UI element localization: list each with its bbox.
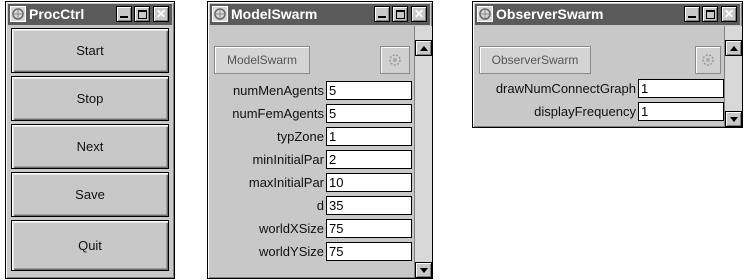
minimize-icon[interactable] — [684, 6, 700, 22]
field-row-drawnumconnectgraph: drawNumConnectGraph — [477, 78, 724, 99]
modelswarm-window: ModelSwarm ✕ ModelSwarm numMenAgents num… — [207, 1, 433, 279]
typzone-field[interactable] — [326, 127, 412, 146]
minimize-icon[interactable] — [116, 6, 132, 22]
observerswarm-titlebar[interactable]: ObserverSwarm ✕ — [475, 4, 740, 25]
displayfrequency-field[interactable] — [638, 102, 724, 121]
up-arrow-icon[interactable] — [415, 40, 432, 56]
save-button[interactable]: Save — [11, 172, 169, 217]
close-icon[interactable]: ✕ — [411, 6, 427, 22]
observerswarm-window: ObserverSwarm ✕ ObserverSwarm drawNumCon… — [472, 1, 743, 128]
maximize-icon[interactable] — [392, 6, 408, 22]
field-label: drawNumConnectGraph — [495, 81, 636, 96]
field-label: d — [316, 198, 324, 213]
d-field[interactable] — [326, 196, 412, 215]
field-row-mininitialpar: minInitialPar — [212, 149, 412, 170]
stop-button[interactable]: Stop — [11, 76, 169, 121]
maximize-icon[interactable] — [702, 6, 718, 22]
drawnumconnectgraph-field[interactable] — [638, 79, 724, 98]
field-label: worldYSize — [258, 244, 324, 259]
modelswarm-header-button[interactable]: ModelSwarm — [214, 46, 310, 74]
start-button[interactable]: Start — [11, 28, 169, 73]
next-button[interactable]: Next — [11, 124, 169, 169]
numfemagents-field[interactable] — [326, 104, 412, 123]
maxinitialpar-field[interactable] — [326, 173, 412, 192]
vertical-scrollbar[interactable] — [414, 26, 432, 278]
field-label: typZone — [277, 129, 324, 144]
maximize-icon[interactable] — [134, 6, 150, 22]
gear-icon[interactable] — [380, 46, 410, 74]
observerswarm-header-button[interactable]: ObserverSwarm — [479, 46, 591, 74]
field-label: numMenAgents — [232, 83, 324, 98]
field-row-displayfrequency: displayFrequency — [477, 101, 724, 122]
field-label: maxInitialPar — [248, 175, 324, 190]
vertical-scrollbar[interactable] — [724, 26, 742, 127]
close-icon[interactable]: ✕ — [153, 6, 169, 22]
window-title: ModelSwarm — [231, 6, 318, 22]
window-title: ObserverSwarm — [496, 6, 604, 22]
worldysize-field[interactable] — [326, 242, 412, 261]
modelswarm-titlebar[interactable]: ModelSwarm ✕ — [210, 4, 430, 25]
field-row-worldysize: worldYSize — [212, 241, 412, 262]
up-arrow-icon[interactable] — [725, 40, 742, 56]
app-icon[interactable] — [212, 6, 228, 22]
field-label: numFemAgents — [232, 106, 324, 121]
worldxsize-field[interactable] — [326, 219, 412, 238]
field-row-d: d — [212, 195, 412, 216]
field-label: displayFrequency — [534, 104, 636, 119]
window-title: ProcCtrl — [29, 6, 85, 22]
app-icon[interactable] — [477, 6, 493, 22]
field-row-maxinitialpar: maxInitialPar — [212, 172, 412, 193]
field-label: worldXSize — [258, 221, 324, 236]
minimize-icon[interactable] — [374, 6, 390, 22]
down-arrow-icon[interactable] — [725, 111, 742, 127]
procctrl-titlebar[interactable]: ProcCtrl ✕ — [8, 4, 172, 25]
field-label: minInitialPar — [252, 152, 324, 167]
nummenagents-field[interactable] — [326, 81, 412, 100]
field-row-numfemagents: numFemAgents — [212, 103, 412, 124]
procctrl-window: ProcCtrl ✕ Start Stop Next Save Quit — [5, 1, 175, 279]
mininitialpar-field[interactable] — [326, 150, 412, 169]
down-arrow-icon[interactable] — [415, 262, 432, 278]
field-row-typzone: typZone — [212, 126, 412, 147]
field-row-worldxsize: worldXSize — [212, 218, 412, 239]
gear-icon[interactable] — [695, 46, 721, 74]
field-row-nummenagents: numMenAgents — [212, 80, 412, 101]
app-icon[interactable] — [10, 6, 26, 22]
quit-button[interactable]: Quit — [11, 220, 169, 271]
close-icon[interactable]: ✕ — [721, 6, 737, 22]
